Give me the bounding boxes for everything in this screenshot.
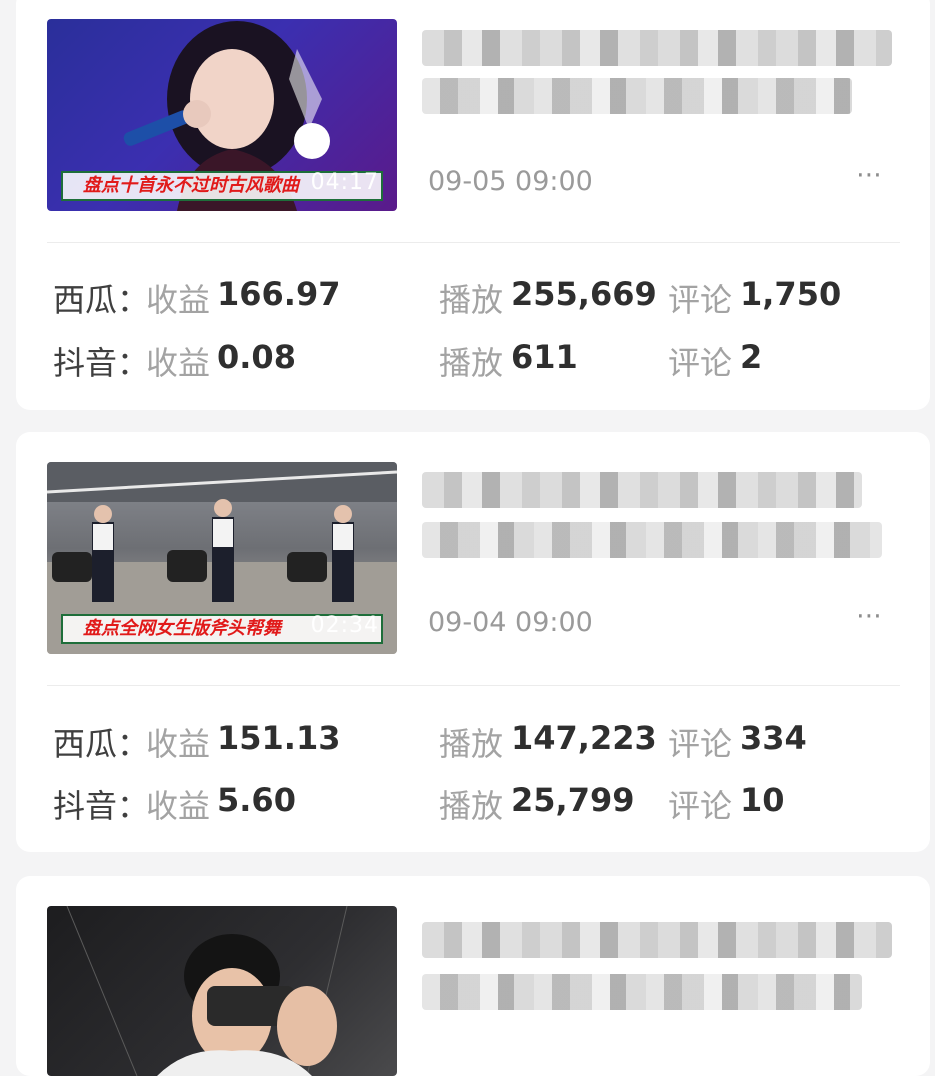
blurred-video-title[interactable] bbox=[422, 472, 892, 582]
comments-value: 2 bbox=[740, 338, 763, 376]
revenue-label: 收益 bbox=[146, 281, 211, 319]
more-options-icon[interactable]: ⋯ bbox=[856, 601, 884, 631]
platform-label-douyin: 抖音： bbox=[53, 344, 150, 382]
revenue-label: 收益 bbox=[146, 725, 211, 763]
plays-value: 25,799 bbox=[511, 781, 635, 819]
comments-label: 评论 bbox=[668, 725, 733, 763]
xigua-stats-row: 西瓜： 收益 151.13 播放 147,223 评论 334 bbox=[16, 719, 930, 763]
divider bbox=[47, 242, 900, 243]
video-duration: 04:17 bbox=[310, 170, 379, 195]
revenue-label: 收益 bbox=[146, 787, 211, 825]
platform-label-xigua: 西瓜： bbox=[53, 725, 150, 763]
plays-label: 播放 bbox=[439, 725, 504, 763]
video-card[interactable]: 盘点十首永不过时古风歌曲 04:17 09-05 09:00 ⋯ 西瓜： 收益 … bbox=[16, 0, 930, 410]
revenue-value: 0.08 bbox=[217, 338, 296, 376]
plays-label: 播放 bbox=[439, 787, 504, 825]
douyin-stats-row: 抖音： 收益 5.60 播放 25,799 评论 10 bbox=[16, 781, 930, 825]
platform-label-douyin: 抖音： bbox=[53, 787, 150, 825]
revenue-label: 收益 bbox=[146, 344, 211, 382]
xigua-stats-row: 西瓜： 收益 166.97 播放 255,669 评论 1,750 bbox=[16, 275, 930, 319]
comments-label: 评论 bbox=[668, 787, 733, 825]
video-thumbnail[interactable]: 盘点十首永不过时古风歌曲 04:17 bbox=[47, 19, 397, 211]
plays-value: 611 bbox=[511, 338, 578, 376]
platform-label-xigua: 西瓜： bbox=[53, 281, 150, 319]
publish-date: 09-04 09:00 bbox=[428, 607, 593, 638]
revenue-value: 151.13 bbox=[217, 719, 341, 757]
divider bbox=[47, 685, 900, 686]
comments-value: 334 bbox=[740, 719, 807, 757]
more-options-icon[interactable]: ⋯ bbox=[856, 160, 884, 190]
publish-date: 09-05 09:00 bbox=[428, 166, 593, 197]
plays-label: 播放 bbox=[439, 281, 504, 319]
blurred-video-title[interactable] bbox=[422, 30, 892, 140]
plays-label: 播放 bbox=[439, 344, 504, 382]
douyin-stats-row: 抖音： 收益 0.08 播放 611 评论 2 bbox=[16, 338, 930, 382]
video-card[interactable] bbox=[16, 876, 930, 1076]
revenue-value: 5.60 bbox=[217, 781, 296, 819]
selfie-image bbox=[66, 906, 348, 1076]
blurred-video-title[interactable] bbox=[422, 922, 892, 1032]
video-thumbnail[interactable] bbox=[47, 906, 397, 1076]
video-card[interactable]: 盘点全网女生版斧头帮舞 02:34 09-04 09:00 ⋯ 西瓜： 收益 1… bbox=[16, 432, 930, 852]
plays-value: 255,669 bbox=[511, 275, 657, 313]
video-thumbnail[interactable]: 盘点全网女生版斧头帮舞 02:34 bbox=[47, 462, 397, 654]
comments-label: 评论 bbox=[668, 344, 733, 382]
revenue-value: 166.97 bbox=[217, 275, 341, 313]
comments-label: 评论 bbox=[668, 281, 733, 319]
video-duration: 02:34 bbox=[310, 613, 379, 638]
comments-value: 10 bbox=[740, 781, 785, 819]
plays-value: 147,223 bbox=[511, 719, 657, 757]
comments-value: 1,750 bbox=[740, 275, 842, 313]
